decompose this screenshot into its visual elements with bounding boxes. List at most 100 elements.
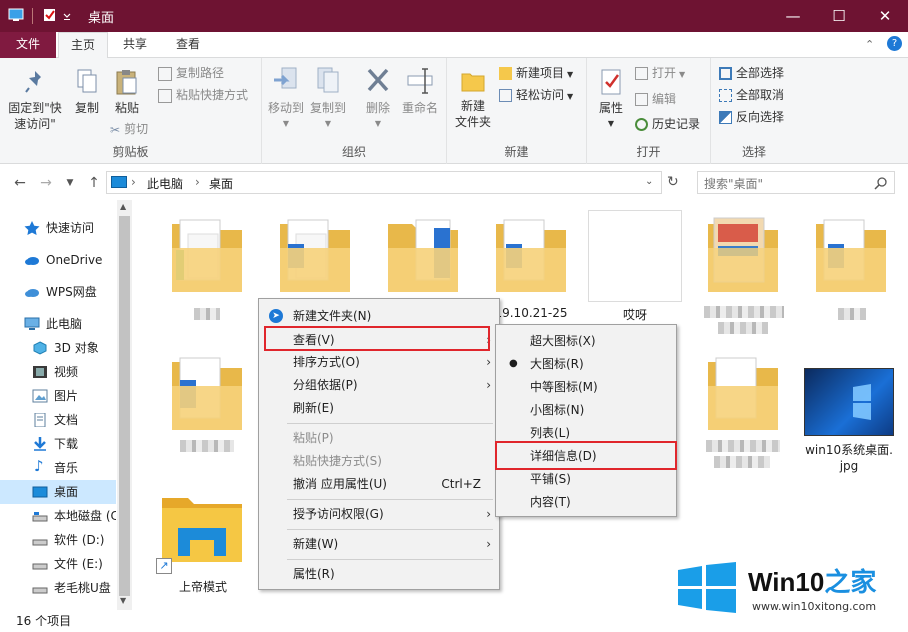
submenu-item-medium-icons[interactable]: 中等图标(M) <box>496 376 676 398</box>
delete-button[interactable]: 删除 ▼ <box>360 66 396 132</box>
tab-file[interactable]: 文件 <box>0 32 56 58</box>
invert-selection-button[interactable]: 反向选择 <box>719 107 784 127</box>
submenu-item-large-icons[interactable]: ● 大图标(R) <box>496 353 676 375</box>
folder-icon[interactable] <box>170 352 244 432</box>
nav-item-downloads[interactable]: 下载 <box>0 432 116 456</box>
collapse-ribbon-icon[interactable]: ⌃ <box>865 38 874 51</box>
scrollbar-thumb[interactable] <box>119 216 130 596</box>
folder-icon[interactable] <box>706 214 780 294</box>
properties-button[interactable]: 属性 ▼ <box>591 68 631 132</box>
copy-button[interactable]: 复制 <box>70 68 104 116</box>
select-none-button[interactable]: 全部取消 <box>719 85 784 105</box>
nav-scrollbar[interactable]: ▲ ▼ <box>117 200 132 610</box>
properties-quick-icon[interactable] <box>42 8 58 22</box>
menu-item-paste[interactable]: 粘贴(P) <box>259 427 499 449</box>
new-folder-button[interactable]: 新建 文件夹 <box>451 68 495 130</box>
address-dropdown-icon[interactable]: ⌄ <box>645 176 653 187</box>
nav-item-wps-drive[interactable]: WPS网盘 <box>0 280 116 304</box>
menu-item-refresh[interactable]: 刷新(E) <box>259 397 499 419</box>
new-item-button[interactable]: 新建项目 ▼ <box>499 63 573 83</box>
submenu-item-label: 小图标(N) <box>530 403 585 417</box>
quick-access-dropdown-icon[interactable] <box>62 8 72 22</box>
history-button[interactable]: 历史记录 <box>635 114 700 134</box>
tab-share[interactable]: 共享 <box>110 32 160 58</box>
nav-item-music[interactable]: ♪ 音乐 <box>0 456 116 480</box>
scroll-up-icon[interactable]: ▲ <box>120 202 126 211</box>
file-name[interactable]: 上帝模式 <box>148 578 258 595</box>
back-arrow-icon[interactable]: ← <box>10 173 30 193</box>
rename-button[interactable]: 重命名 <box>398 66 442 116</box>
recent-locations-chevron-icon[interactable]: ▼ <box>60 173 80 193</box>
menu-item-new-folder[interactable]: ➤ 新建文件夹(N) <box>259 305 499 327</box>
rename-icon <box>407 68 433 94</box>
cut-button[interactable]: ✂ 剪切 <box>110 119 148 139</box>
nav-item-this-pc[interactable]: 此电脑 <box>0 312 116 336</box>
submenu-item-extra-large-icons[interactable]: 超大图标(X) <box>496 330 676 352</box>
address-bar[interactable]: › 此电脑 › 桌面 ⌄ <box>106 171 662 194</box>
address-row: ← → ▼ ↑ › 此电脑 › 桌面 ⌄ ↻ 搜索"桌面" <box>0 165 908 201</box>
breadcrumb-this-pc[interactable]: 此电脑 <box>147 175 183 192</box>
folder-icon[interactable] <box>170 214 244 294</box>
submenu-item-tiles[interactable]: 平铺(S) <box>496 468 676 490</box>
folder-icon[interactable] <box>278 214 352 294</box>
copy-to-button[interactable]: 复制到 ▼ <box>308 66 348 132</box>
paste-button[interactable]: 粘贴 <box>108 68 146 116</box>
menu-item-sort-by[interactable]: 排序方式(O) › <box>259 351 499 373</box>
menu-item-paste-shortcut[interactable]: 粘贴快捷方式(S) <box>259 450 499 472</box>
history-label: 历史记录 <box>652 117 701 131</box>
nav-item-drive-d[interactable]: 软件 (D:) <box>0 528 116 552</box>
search-input[interactable]: 搜索"桌面" <box>697 171 895 194</box>
edit-button[interactable]: 编辑 <box>635 89 676 109</box>
menu-item-give-access[interactable]: 授予访问权限(G) › <box>259 503 499 525</box>
god-mode-shortcut[interactable] <box>160 492 246 564</box>
refresh-icon[interactable]: ↻ <box>667 174 679 190</box>
forward-arrow-icon[interactable]: → <box>36 173 56 193</box>
title-divider <box>32 8 33 24</box>
menu-item-undo[interactable]: 撤消 应用属性(U) Ctrl+Z <box>259 473 499 495</box>
menu-item-new[interactable]: 新建(W) › <box>259 533 499 555</box>
help-icon[interactable]: ? <box>887 36 902 51</box>
folder-icon[interactable] <box>814 214 888 294</box>
tab-home[interactable]: 主页 <box>58 32 108 59</box>
menu-item-properties[interactable]: 属性(R) <box>259 563 499 585</box>
folder-icon[interactable] <box>706 352 780 432</box>
properties-icon <box>601 69 621 95</box>
nav-item-pictures[interactable]: 图片 <box>0 384 116 408</box>
breadcrumb-desktop[interactable]: 桌面 <box>209 175 233 192</box>
minimize-button[interactable]: — <box>770 0 816 32</box>
tab-view[interactable]: 查看 <box>163 32 213 58</box>
file-name[interactable]: win10系统桌面. jpg <box>794 442 904 474</box>
file-name[interactable]: 哎呀 <box>580 306 690 323</box>
image-thumbnail[interactable] <box>804 368 894 436</box>
scroll-down-icon[interactable]: ▼ <box>120 596 126 605</box>
submenu-item-small-icons[interactable]: 小图标(N) <box>496 399 676 421</box>
maximize-button[interactable]: ☐ <box>816 0 862 32</box>
pin-quick-access-button[interactable]: 固定到"快 速访问" <box>4 68 66 132</box>
copy-to-dropdown-icon: ▼ <box>324 119 332 128</box>
nav-item-drive-e[interactable]: 文件 (E:) <box>0 552 116 576</box>
nav-item-documents[interactable]: 文档 <box>0 408 116 432</box>
submenu-item-content[interactable]: 内容(T) <box>496 491 676 513</box>
organize-group-label: 组织 <box>341 145 366 159</box>
nav-item-quick-access[interactable]: 快速访问 <box>0 216 116 240</box>
nav-item-desktop[interactable]: 桌面 <box>0 480 116 504</box>
nav-item-onedrive[interactable]: OneDrive <box>0 248 116 272</box>
select-all-button[interactable]: 全部选择 <box>719 63 784 83</box>
close-button[interactable]: ✕ <box>862 0 908 32</box>
select-group-label: 选择 <box>741 145 766 159</box>
nav-item-local-disk-c[interactable]: 本地磁盘 (C <box>0 504 116 528</box>
menu-item-group-by[interactable]: 分组依据(P) › <box>259 374 499 396</box>
open-button[interactable]: 打开 ▼ <box>635 63 685 83</box>
nav-item-3d-objects[interactable]: 3D 对象 <box>0 336 116 360</box>
folder-icon[interactable] <box>386 214 460 294</box>
up-arrow-icon[interactable]: ↑ <box>84 173 104 193</box>
blank-file-thumbnail[interactable] <box>588 210 682 302</box>
easy-access-button[interactable]: 轻松访问 ▼ <box>499 85 573 105</box>
folder-icon[interactable] <box>494 214 568 294</box>
move-to-button[interactable]: 移动到 ▼ <box>266 66 306 132</box>
paste-shortcut-button[interactable]: 粘贴快捷方式 <box>158 85 248 105</box>
nav-item-usb-drive[interactable]: 老毛桃U盘 <box>0 576 116 600</box>
paste-icon <box>116 70 137 95</box>
nav-item-videos[interactable]: 视频 <box>0 360 116 384</box>
copy-path-button[interactable]: 复制路径 <box>158 63 224 83</box>
